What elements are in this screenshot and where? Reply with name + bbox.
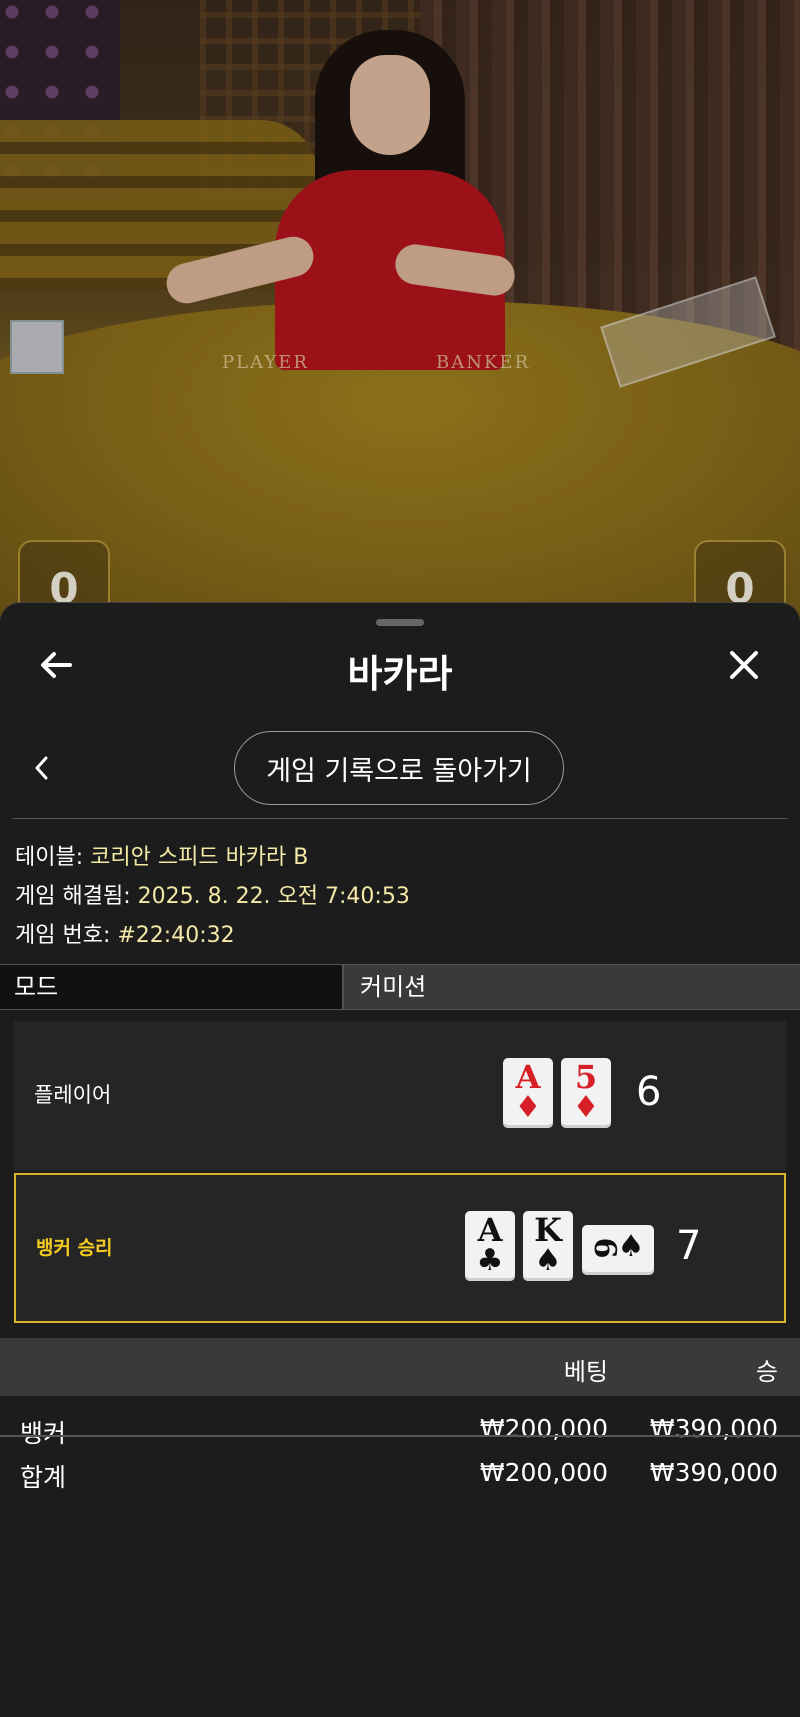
- row-name: 뱅커: [20, 1419, 67, 1448]
- chevron-left-icon[interactable]: [30, 753, 54, 783]
- player-hand-label: 플레이어: [34, 1083, 112, 1107]
- player-total: 6: [636, 1069, 662, 1115]
- divider: [12, 818, 788, 819]
- playing-card: K ♠: [523, 1211, 573, 1281]
- commission-label: 커미션: [346, 965, 800, 1009]
- playing-card: 5 ♦: [561, 1058, 611, 1128]
- playing-card: A ♣: [465, 1211, 515, 1281]
- row-divider: [0, 1435, 800, 1437]
- total-row-name: 합계: [20, 1463, 67, 1492]
- table-row: 뱅커 ₩200,000 ₩390,000: [0, 1410, 800, 1452]
- bets-table-header: 베팅 승: [0, 1338, 800, 1396]
- game-history-sheet: 바카라 게임 기록으로 돌아가기 테이블: 코리안 스피드 바카라 B 게임 해…: [0, 602, 800, 1717]
- table-row: 합계 ₩200,000 ₩390,000: [0, 1454, 800, 1496]
- live-video: PLAYER BANKER: [0, 0, 800, 620]
- page-title: 바카라: [347, 652, 453, 696]
- playing-card-sideways: 6 ♠: [582, 1225, 654, 1275]
- back-to-history-button[interactable]: 게임 기록으로 돌아가기: [234, 731, 564, 805]
- resolved-value: 2025. 8. 22. 오전 7:40:53: [137, 884, 410, 909]
- game-number-info: 게임 번호: #22:40:32: [15, 917, 235, 949]
- banker-total: 7: [676, 1223, 702, 1269]
- table-value: 코리안 스피드 바카라 B: [90, 845, 309, 870]
- win-column-header: 승: [755, 1358, 778, 1386]
- row-bet: ₩200,000: [479, 1414, 608, 1443]
- playing-card: A ♦: [503, 1058, 553, 1128]
- table-info: 테이블: 코리안 스피드 바카라 B: [15, 839, 308, 871]
- close-icon[interactable]: [724, 645, 764, 685]
- row-win: ₩390,000: [649, 1414, 778, 1443]
- resolved-info: 게임 해결됨: 2025. 8. 22. 오전 7:40:53: [15, 878, 410, 910]
- table-label: 테이블:: [15, 845, 84, 870]
- banker-hand: 뱅커 승리 A ♣ K ♠ 6 ♠ 7: [14, 1173, 786, 1323]
- mode-bar: 모드 커미션: [0, 964, 800, 1010]
- player-hand: 플레이어 A ♦ 5 ♦ 6: [14, 1021, 786, 1171]
- total-row-win: ₩390,000: [649, 1458, 778, 1487]
- game-number-label: 게임 번호:: [15, 923, 111, 948]
- mode-label: 모드: [0, 965, 344, 1009]
- banker-win-label: 뱅커 승리: [36, 1237, 113, 1259]
- resolved-label: 게임 해결됨:: [15, 884, 131, 909]
- drag-handle[interactable]: [376, 619, 424, 626]
- game-number-value: #22:40:32: [117, 923, 235, 948]
- total-row-bet: ₩200,000: [479, 1458, 608, 1487]
- bet-column-header: 베팅: [563, 1358, 608, 1386]
